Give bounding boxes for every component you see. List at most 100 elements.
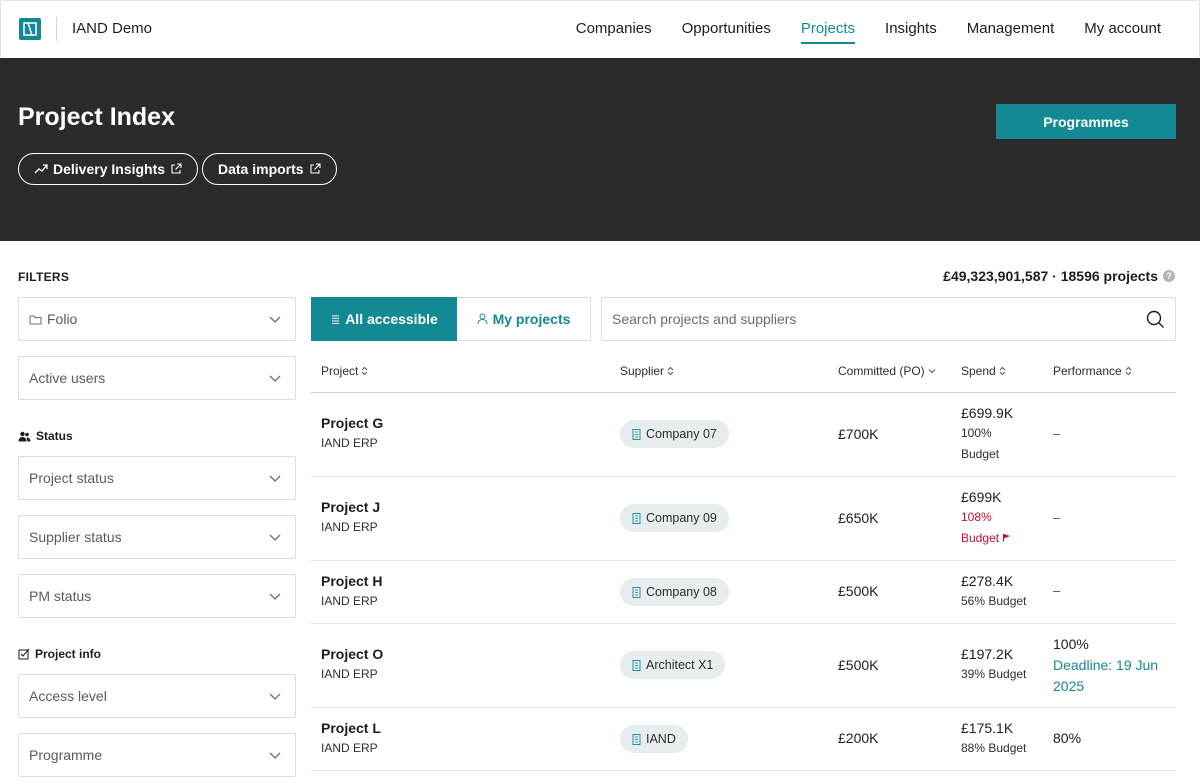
- committed-column-header[interactable]: Committed (PO): [838, 364, 936, 378]
- sort-icon: [1125, 366, 1132, 376]
- spend-value: £175.1K: [961, 720, 1014, 736]
- hero-banner: Project Index Delivery Insights Data imp…: [0, 58, 1200, 241]
- nav-projects[interactable]: Projects: [800, 1, 856, 59]
- performance-column-header[interactable]: Performance: [1053, 364, 1132, 378]
- active-users-select[interactable]: Active users: [18, 356, 296, 400]
- nav-insights[interactable]: Insights: [885, 1, 937, 59]
- table-row[interactable]: Project L IAND ERP IAND £200K £175.1K 88…: [311, 708, 1176, 771]
- search-input[interactable]: [601, 297, 1176, 341]
- spend-value: £699K: [961, 489, 1002, 505]
- committed-value: £700K: [838, 426, 879, 442]
- building-icon: [632, 659, 641, 671]
- deadline-line-2[interactable]: 2025: [1053, 676, 1158, 697]
- external-link-icon: [310, 163, 321, 174]
- committed-value: £500K: [838, 583, 879, 599]
- nav-my-account[interactable]: My account: [1084, 1, 1161, 59]
- list-icon: [332, 315, 340, 324]
- spend-percent: 100%: [961, 426, 992, 440]
- nav-divider: [56, 17, 57, 41]
- sort-icon: [999, 366, 1006, 376]
- sort-icon: [667, 366, 674, 376]
- nav-management[interactable]: Management: [967, 1, 1055, 59]
- spend-budget-label: Budget: [961, 528, 1011, 549]
- project-cell: Project O IAND ERP: [321, 646, 383, 681]
- project-column-header[interactable]: Project: [321, 364, 368, 378]
- spend-value: £197.2K: [961, 646, 1014, 662]
- supplier-chip[interactable]: IAND: [620, 725, 688, 753]
- supplier-status-select[interactable]: Supplier status: [18, 515, 296, 559]
- spend-cell: £699K 108% Budget: [961, 487, 1011, 549]
- table-row[interactable]: Project H IAND ERP Company 08 £500K £278…: [311, 561, 1176, 624]
- performance-value: 100%: [1053, 636, 1089, 652]
- building-icon: [632, 428, 641, 440]
- supplier-chip[interactable]: Company 09: [620, 504, 729, 532]
- users-icon: [18, 431, 31, 441]
- project-name[interactable]: Project G: [321, 415, 383, 431]
- spend-budget-label: Budget: [961, 447, 1000, 461]
- programme-select[interactable]: Programme: [18, 733, 296, 777]
- search-icon[interactable]: [1146, 310, 1165, 329]
- my-projects-tab[interactable]: My projects: [457, 297, 591, 341]
- scope-toggle: All accessible My projects: [311, 297, 591, 341]
- project-source: IAND ERP: [321, 520, 378, 534]
- user-icon: [477, 313, 488, 325]
- project-cell: Project G IAND ERP: [321, 415, 383, 450]
- access-level-select[interactable]: Access level: [18, 674, 296, 718]
- table-row[interactable]: Project G IAND ERP Company 07 £700K £699…: [311, 393, 1176, 477]
- supplier-chip[interactable]: Company 07: [620, 420, 729, 448]
- table-header: Project Supplier Committed (PO) Spend Pe…: [311, 350, 1176, 393]
- table-row[interactable]: Project O IAND ERP Architect X1 £500K £1…: [311, 624, 1176, 708]
- data-imports-button[interactable]: Data imports: [202, 153, 337, 185]
- project-cell: Project L IAND ERP: [321, 720, 381, 755]
- nav-opportunities[interactable]: Opportunities: [682, 1, 771, 59]
- chevron-down-icon: [269, 475, 281, 482]
- table-row[interactable]: Project J IAND ERP Company 09 £650K £699…: [311, 477, 1176, 561]
- project-name[interactable]: Project L: [321, 720, 381, 736]
- project-source: IAND ERP: [321, 741, 378, 755]
- spend-column-header[interactable]: Spend: [961, 364, 1006, 378]
- chevron-down-icon: [269, 375, 281, 382]
- project-cell: Project H IAND ERP: [321, 573, 382, 608]
- programmes-button[interactable]: Programmes: [996, 104, 1176, 139]
- project-name[interactable]: Project J: [321, 499, 380, 515]
- spend-budget-label: 88% Budget: [961, 741, 1027, 755]
- supplier-chip[interactable]: Company 08: [620, 578, 729, 606]
- spend-cell: £175.1K 88% Budget: [961, 718, 1026, 759]
- supplier-chip[interactable]: Architect X1: [620, 651, 726, 679]
- project-status-select[interactable]: Project status: [18, 456, 296, 500]
- project-name[interactable]: Project O: [321, 646, 383, 662]
- building-icon: [632, 586, 641, 598]
- deadline-line-1[interactable]: Deadline: 19 Jun: [1053, 655, 1158, 676]
- chevron-down-icon: [269, 534, 281, 541]
- top-nav: IAND Demo Companies Opportunities Projec…: [0, 0, 1200, 58]
- nav-companies[interactable]: Companies: [576, 1, 652, 59]
- portfolio-total: £49,323,901,587 · 18596 projects ?: [943, 268, 1175, 284]
- spend-cell: £197.2K 39% Budget: [961, 644, 1026, 685]
- brand-name: IAND Demo: [72, 20, 153, 37]
- building-icon: [632, 512, 641, 524]
- performance-cell: 100% Deadline: 19 Jun 2025: [1053, 634, 1158, 697]
- all-accessible-tab[interactable]: All accessible: [311, 297, 457, 341]
- performance-value: 80%: [1053, 730, 1082, 746]
- flag-icon: [1003, 534, 1011, 542]
- spend-budget-label: 39% Budget: [961, 667, 1027, 681]
- pm-status-select[interactable]: PM status: [18, 574, 296, 618]
- committed-value: £200K: [838, 730, 879, 746]
- project-source: IAND ERP: [321, 436, 378, 450]
- filters-heading: FILTERS: [18, 270, 70, 284]
- info-icon[interactable]: ?: [1163, 270, 1175, 282]
- delivery-insights-button[interactable]: Delivery Insights: [18, 153, 199, 185]
- external-link-icon: [171, 163, 182, 174]
- supplier-column-header[interactable]: Supplier: [620, 364, 674, 378]
- performance-value: –: [1053, 583, 1061, 598]
- nav-links: Companies Opportunities Projects Insight…: [576, 1, 1161, 59]
- chevron-down-icon: [269, 752, 281, 759]
- iand-logo-icon[interactable]: [19, 18, 41, 40]
- spend-cell: £278.4K 56% Budget: [961, 571, 1026, 612]
- sort-desc-icon: [928, 369, 936, 374]
- folio-select[interactable]: Folio: [18, 297, 296, 341]
- checkbox-edit-icon: [18, 648, 30, 660]
- spend-value: £699.9K: [961, 405, 1014, 421]
- project-name[interactable]: Project H: [321, 573, 382, 589]
- committed-value: £500K: [838, 657, 879, 673]
